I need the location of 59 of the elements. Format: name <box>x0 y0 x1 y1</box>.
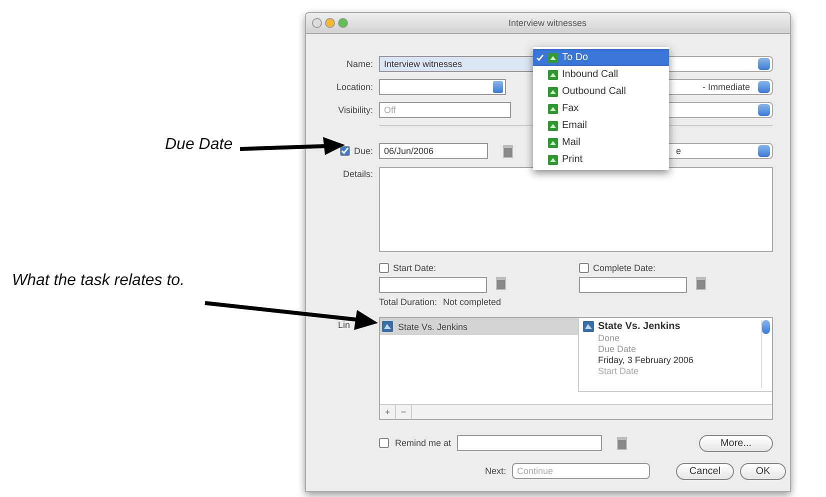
close-button[interactable] <box>312 18 322 28</box>
detail-value: Friday, 3 February 2006 <box>598 355 694 365</box>
menu-item[interactable]: Email <box>533 117 669 134</box>
ok-button[interactable]: OK <box>740 462 786 480</box>
details-field[interactable] <box>379 167 773 252</box>
field-label: Location: <box>335 82 373 92</box>
field-label: Details: <box>342 169 373 179</box>
detail-label: Start Date <box>598 366 640 376</box>
stepper-icon <box>758 58 770 70</box>
task-icon <box>548 86 558 96</box>
annotation-text: What the task relates to. <box>12 272 185 290</box>
menu-item[interactable]: Fax <box>533 100 669 117</box>
task-icon <box>548 52 558 62</box>
date-field[interactable] <box>579 277 687 293</box>
field-label: Lin <box>338 320 350 330</box>
field-label: Due: <box>354 146 373 156</box>
task-icon <box>548 138 558 148</box>
window-title: Interview witnesses <box>507 18 588 28</box>
checkmark-icon <box>536 54 544 62</box>
due-date-field[interactable]: 06/Jun/2006 <box>379 143 488 159</box>
duration-value: Not completed <box>443 297 502 307</box>
detail-status: Done <box>598 333 621 343</box>
reminder-label: Remind me at <box>395 438 452 448</box>
zoom-button[interactable] <box>338 18 348 28</box>
more-button[interactable]: More... <box>699 434 773 452</box>
detail-title: State Vs. Jenkins <box>598 321 680 332</box>
detail-label: Due Date <box>598 344 638 354</box>
next-label: Next: <box>484 466 506 476</box>
menu-item[interactable]: To Do <box>533 49 669 66</box>
cancel-button[interactable]: Cancel <box>676 462 734 480</box>
checkbox[interactable] <box>340 146 350 156</box>
stepper-icon <box>758 81 770 93</box>
link-item[interactable]: State Vs. Jenkins <box>380 318 578 335</box>
checkbox[interactable] <box>379 263 389 273</box>
folder-icon <box>382 321 393 332</box>
field-label: Visibility: <box>337 105 373 115</box>
scrollbar[interactable] <box>761 320 770 388</box>
duration-label: Total Duration: <box>379 297 438 307</box>
location-field[interactable] <box>379 79 506 95</box>
calendar-icon[interactable] <box>496 277 506 290</box>
date-label: Complete Date: <box>593 263 656 273</box>
task-icon <box>548 104 558 114</box>
task-icon <box>548 154 558 164</box>
task-icon <box>548 120 558 130</box>
reminder-field[interactable] <box>457 435 602 451</box>
stepper-icon <box>758 145 770 157</box>
field-label: Name: <box>345 59 373 69</box>
folder-icon <box>583 321 594 332</box>
calendar-icon[interactable] <box>696 277 706 290</box>
date-field[interactable] <box>379 277 487 293</box>
date-label: Start Date: <box>393 263 436 273</box>
stepper-icon <box>758 104 770 116</box>
checkbox[interactable] <box>379 438 389 448</box>
calendar-icon[interactable] <box>503 144 513 158</box>
calendar-icon[interactable] <box>617 436 628 450</box>
minimize-button[interactable] <box>325 18 335 28</box>
checkbox[interactable] <box>579 263 589 273</box>
annotation-text: Due Date <box>165 136 233 154</box>
task-icon <box>548 70 558 80</box>
